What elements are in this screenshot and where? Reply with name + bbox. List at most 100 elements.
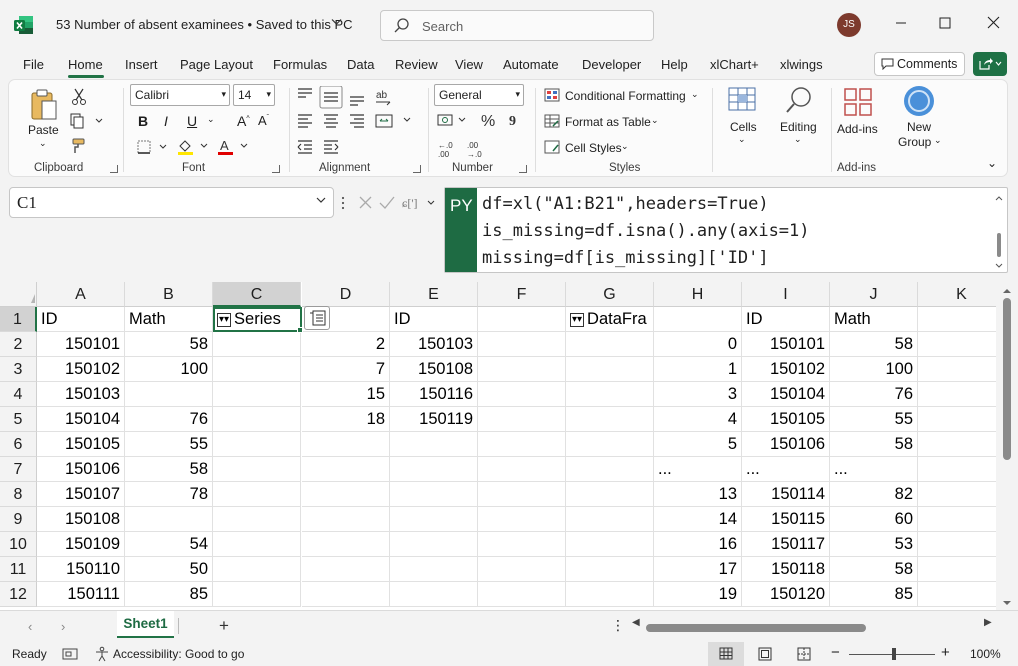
cell-h7[interactable]: ...: [654, 457, 742, 482]
cell-b4[interactable]: [125, 382, 213, 407]
cell-i3[interactable]: 150102: [742, 357, 830, 382]
addins-button[interactable]: [843, 87, 873, 120]
cell-i6[interactable]: 150106: [742, 432, 830, 457]
cell-styles-label[interactable]: Cell Styles: [565, 141, 622, 155]
maximize-button[interactable]: [931, 12, 959, 38]
cell-a2[interactable]: 150101: [37, 332, 125, 357]
sheet-tab-sheet1[interactable]: Sheet1: [117, 611, 174, 638]
vertical-scroll-thumb[interactable]: [1003, 298, 1011, 460]
scroll-left-icon[interactable]: ◀: [632, 617, 640, 628]
formula-bar[interactable]: PY df=xl("A1:B21",headers=True) is_missi…: [444, 187, 1008, 273]
column-header-e[interactable]: E: [390, 282, 478, 307]
cell-j1[interactable]: Math: [830, 307, 918, 332]
cell-c2[interactable]: [213, 332, 301, 357]
row-header-7[interactable]: 7: [0, 457, 37, 482]
column-header-i[interactable]: I: [742, 282, 830, 307]
editing-button[interactable]: [784, 85, 814, 118]
cell-a6[interactable]: 150105: [37, 432, 125, 457]
fill-handle[interactable]: [297, 327, 303, 333]
cell-j11[interactable]: 58: [830, 557, 918, 582]
format-as-table-button[interactable]: [544, 114, 560, 131]
cell-f9[interactable]: [478, 507, 566, 532]
cut-button[interactable]: [71, 88, 87, 109]
tab-xlchart[interactable]: xlChart+: [710, 57, 759, 72]
document-title[interactable]: 53 Number of absent examinees • Saved to…: [56, 17, 353, 32]
cell-e10[interactable]: [390, 532, 478, 557]
cell-j6[interactable]: 58: [830, 432, 918, 457]
cell-h3[interactable]: 1: [654, 357, 742, 382]
cell-f2[interactable]: [478, 332, 566, 357]
tab-insert[interactable]: Insert: [125, 57, 158, 72]
formula-line-2[interactable]: is_missing=df.isna().any(axis=1): [482, 221, 810, 241]
cell-f3[interactable]: [478, 357, 566, 382]
cell-h10[interactable]: 16: [654, 532, 742, 557]
format-painter-button[interactable]: [71, 138, 87, 157]
zoom-level[interactable]: 100%: [970, 647, 1001, 661]
underline-dropdown-icon[interactable]: ⌄: [207, 114, 215, 125]
cell-j9[interactable]: 60: [830, 507, 918, 532]
cell-h11[interactable]: 17: [654, 557, 742, 582]
cell-g1[interactable]: ▾▾ DataFra: [566, 307, 654, 332]
cell-d10[interactable]: [302, 532, 390, 557]
clipboard-launcher-icon[interactable]: [110, 165, 118, 173]
cell-g7[interactable]: [566, 457, 654, 482]
cell-a10[interactable]: 150109: [37, 532, 125, 557]
cell-d9[interactable]: [302, 507, 390, 532]
cell-c3[interactable]: [213, 357, 301, 382]
python-badge[interactable]: PY: [445, 188, 477, 272]
format-as-table-label[interactable]: Format as Table: [565, 115, 651, 129]
cell-i2[interactable]: 150101: [742, 332, 830, 357]
cell-j8[interactable]: 82: [830, 482, 918, 507]
accessibility-icon[interactable]: [94, 646, 110, 662]
cell-j4[interactable]: 76: [830, 382, 918, 407]
cell-e5[interactable]: 150119: [390, 407, 478, 432]
cell-f4[interactable]: [478, 382, 566, 407]
conditional-formatting-label[interactable]: Conditional Formatting: [565, 89, 686, 103]
cell-f12[interactable]: [478, 582, 566, 607]
paste-dropdown-icon[interactable]: ⌄: [39, 138, 47, 149]
row-header-10[interactable]: 10: [0, 532, 37, 557]
borders-button[interactable]: [136, 139, 170, 158]
cell-j3[interactable]: 100: [830, 357, 918, 382]
cell-h6[interactable]: 5: [654, 432, 742, 457]
cell-f1[interactable]: [478, 307, 566, 332]
column-header-a[interactable]: A: [37, 282, 125, 307]
cell-i9[interactable]: 150115: [742, 507, 830, 532]
cell-a7[interactable]: 150106: [37, 457, 125, 482]
chevron-down-icon[interactable]: ⌄: [794, 134, 802, 145]
cell-i5[interactable]: 150105: [742, 407, 830, 432]
column-header-c[interactable]: C: [213, 282, 301, 307]
row-header-3[interactable]: 3: [0, 357, 37, 382]
row-header-9[interactable]: 9: [0, 507, 37, 532]
bold-icon[interactable]: B: [138, 113, 148, 129]
chevron-down-icon[interactable]: ⌄: [691, 89, 699, 100]
tab-developer[interactable]: Developer: [582, 57, 641, 72]
cell-h9[interactable]: 14: [654, 507, 742, 532]
cell-d5[interactable]: 18: [302, 407, 390, 432]
cell-d3[interactable]: 7: [302, 357, 390, 382]
cell-e1[interactable]: ID: [390, 307, 478, 332]
column-header-d[interactable]: D: [302, 282, 390, 307]
cell-d6[interactable]: [302, 432, 390, 457]
cell-d7[interactable]: [302, 457, 390, 482]
cell-h4[interactable]: 3: [654, 382, 742, 407]
cell-e9[interactable]: [390, 507, 478, 532]
cell-e7[interactable]: [390, 457, 478, 482]
cell-j2[interactable]: 58: [830, 332, 918, 357]
cell-k1[interactable]: [918, 307, 1006, 332]
add-sheet-icon[interactable]: +: [219, 616, 229, 636]
column-header-h[interactable]: H: [654, 282, 742, 307]
tab-view[interactable]: View: [455, 57, 483, 72]
tab-help[interactable]: Help: [661, 57, 688, 72]
cell-a5[interactable]: 150104: [37, 407, 125, 432]
column-header-b[interactable]: B: [125, 282, 213, 307]
cell-h1[interactable]: [654, 307, 742, 332]
cell-c9[interactable]: [213, 507, 301, 532]
formula-line-1[interactable]: df=xl("A1:B21",headers=True): [482, 194, 769, 214]
spreadsheet-grid[interactable]: A B C D E F G H I J K 1 ID Math ▾▾ Series ID ▾▾ DataFra ID M…: [0, 282, 1018, 610]
chevron-down-icon[interactable]: ⌄: [651, 115, 659, 126]
cell-a4[interactable]: 150103: [37, 382, 125, 407]
cell-i7[interactable]: ...: [742, 457, 830, 482]
formula-line-3[interactable]: missing=df[is_missing]['ID']: [482, 248, 769, 268]
alignment-launcher-icon[interactable]: [413, 165, 421, 173]
